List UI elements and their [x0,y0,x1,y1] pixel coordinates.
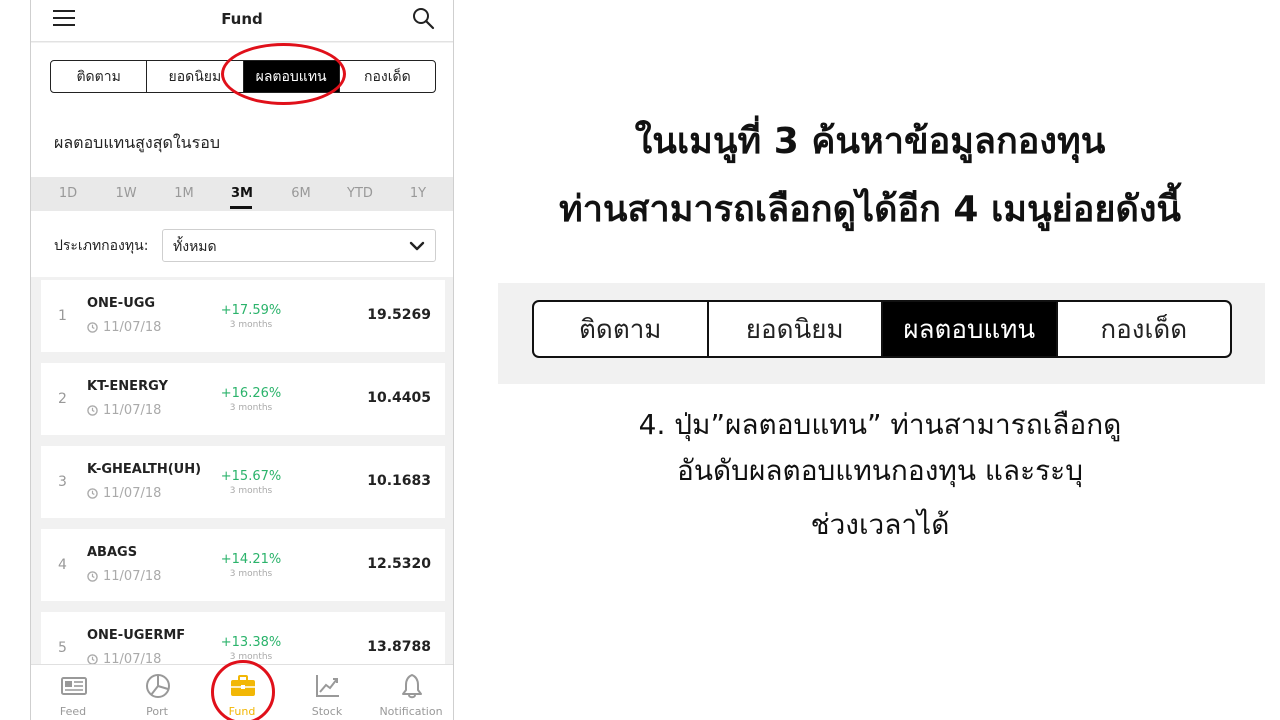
fund-return: +13.38% [220,635,282,650]
fund-name: KT-ENERGY [87,379,168,394]
nav-stock-label: Stock [311,705,343,718]
period-1m[interactable]: 1M [169,186,199,201]
fund-tabs-container: ติดตาม ยอดนิยม ผลตอบแทน กองเด็ด [31,43,453,109]
section-header: ผลตอบแทนสูงสุดในรอบ [31,109,453,177]
period-selector: 1D 1W 1M 3M 6M YTD 1Y [31,177,453,211]
fund-date-text: 11/07/18 [103,320,162,335]
period-active-indicator [230,206,252,209]
search-icon[interactable] [411,6,435,30]
fund-nav: 13.8788 [367,639,431,655]
description-line-1: 4. ปุ่ม”ผลตอบแทน” ท่านสามารถเลือกดู [638,408,1122,441]
fund-return: +14.21% [220,552,282,567]
bottom-navigation: Feed Port Fund Stock Notification [31,664,453,720]
fund-rank: 5 [58,640,67,656]
nav-port-label: Port [146,705,168,718]
nav-feed[interactable]: Feed [31,665,115,720]
fund-return: +16.26% [220,386,282,401]
headline-line-1: ในเมนูที่ 3 ค้นหาข้อมูลกองทุน [634,121,1106,162]
nav-notification-label: Notification [379,705,443,718]
tab-follow[interactable]: ติดตาม [51,61,148,92]
fund-name: ONE-UGERMF [87,628,186,643]
section-title: ผลตอบแทนสูงสุดในรอบ [54,133,220,152]
nav-stock[interactable]: Stock [285,665,369,720]
period-1w[interactable]: 1W [111,186,141,201]
fund-type-label: ประเภทกองทุน: [54,238,149,254]
fund-return-period: 3 months [229,403,273,413]
top-app-bar: Fund [31,0,453,42]
zoom-tab-follow: ติดตาม [534,302,709,356]
fund-date: 11/07/18 [87,486,161,501]
period-1y[interactable]: 1Y [403,186,433,201]
fund-nav: 10.1683 [367,473,431,489]
description-line-3: ช่วงเวลาได้ [810,508,950,541]
headline-line-2: ท่านสามารถเลือกดูได้อีก 4 เมนูย่อยดังนี้ [558,189,1182,230]
clock-icon [87,571,98,582]
fund-return: +17.59% [220,303,282,318]
fund-tabs: ติดตาม ยอดนิยม ผลตอบแทน กองเด็ด [50,60,436,93]
zoom-tab-top-picks: กองเด็ด [1100,314,1188,345]
nav-notification[interactable]: Notification [369,665,453,720]
tab-top-picks[interactable]: กองเด็ด [340,61,435,92]
tabs-zoomed: ติดตาม ยอดนิยม ผลตอบแทน กองเด็ด [532,300,1232,358]
page-title: Fund [221,10,263,28]
fund-date: 11/07/18 [87,569,161,584]
fund-return-period: 3 months [229,320,273,330]
fund-row[interactable]: 2 KT-ENERGY 11/07/18 +16.26% 3 months 10… [41,363,445,435]
fund-name: ABAGS [87,545,138,560]
fund-type-filter: ประเภทกองทุน: ทั้งหมด [31,211,453,277]
briefcase-icon [231,675,255,696]
clock-icon [87,488,98,499]
tab-popular[interactable]: ยอดนิยม [147,61,244,92]
fund-nav: 10.4405 [367,390,431,406]
fund-rank: 3 [58,474,67,490]
fund-type-select[interactable]: ทั้งหมด [162,229,436,262]
clock-icon [87,322,98,333]
fund-row[interactable]: 4 ABAGS 11/07/18 +14.21% 3 months 12.532… [41,529,445,601]
fund-date: 11/07/18 [87,403,161,418]
fund-date-text: 11/07/18 [103,403,162,418]
phone-screen: Fund ติดตาม ยอดนิยม ผลตอบแทน กองเด็ด ผลต… [30,0,454,720]
description-line-2: อันดับผลตอบแทนกองทุน และระบุ [677,454,1083,487]
fund-nav: 12.5320 [367,556,431,572]
fund-date-text: 11/07/18 [103,569,162,584]
fund-nav: 19.5269 [367,307,431,323]
fund-return-period: 3 months [229,569,273,579]
tabs-zoom-panel: ติดตาม ยอดนิยม ผลตอบแทน กองเด็ด [498,283,1265,384]
fund-return-period: 3 months [229,486,273,496]
fund-date-text: 11/07/18 [103,486,162,501]
fund-row[interactable]: 3 K-GHEALTH(UH) 11/07/18 +15.67% 3 month… [41,446,445,518]
clock-icon [87,405,98,416]
fund-rank: 4 [58,557,67,573]
period-1d[interactable]: 1D [53,186,83,201]
nav-fund-label: Fund [228,705,256,718]
fund-date: 11/07/18 [87,320,161,335]
fund-return: +15.67% [220,469,282,484]
fund-row[interactable]: 1 ONE-UGG 11/07/18 +17.59% 3 months 19.5… [41,280,445,352]
bell-icon [402,674,422,699]
fund-rank: 1 [58,308,67,324]
period-6m[interactable]: 6M [286,186,316,201]
fund-name: K-GHEALTH(UH) [87,462,202,477]
tab-return[interactable]: ผลตอบแทน [243,61,340,92]
zoom-tab-return: ผลตอบแทน [883,302,1058,356]
zoom-tab-popular: ยอดนิยม [709,302,883,356]
fund-rank: 2 [58,391,67,407]
nav-port[interactable]: Port [115,665,199,720]
period-3m[interactable]: 3M [227,186,257,201]
nav-feed-label: Feed [59,705,87,718]
nav-fund[interactable]: Fund [200,665,284,720]
fund-return-period: 3 months [229,652,273,662]
period-ytd[interactable]: YTD [340,186,380,201]
newspaper-icon [61,677,87,695]
pie-chart-icon [146,674,170,698]
trend-chart-icon [316,675,339,697]
chevron-down-icon [409,241,425,251]
fund-type-value: ทั้งหมด [173,239,217,255]
fund-name: ONE-UGG [87,296,156,311]
